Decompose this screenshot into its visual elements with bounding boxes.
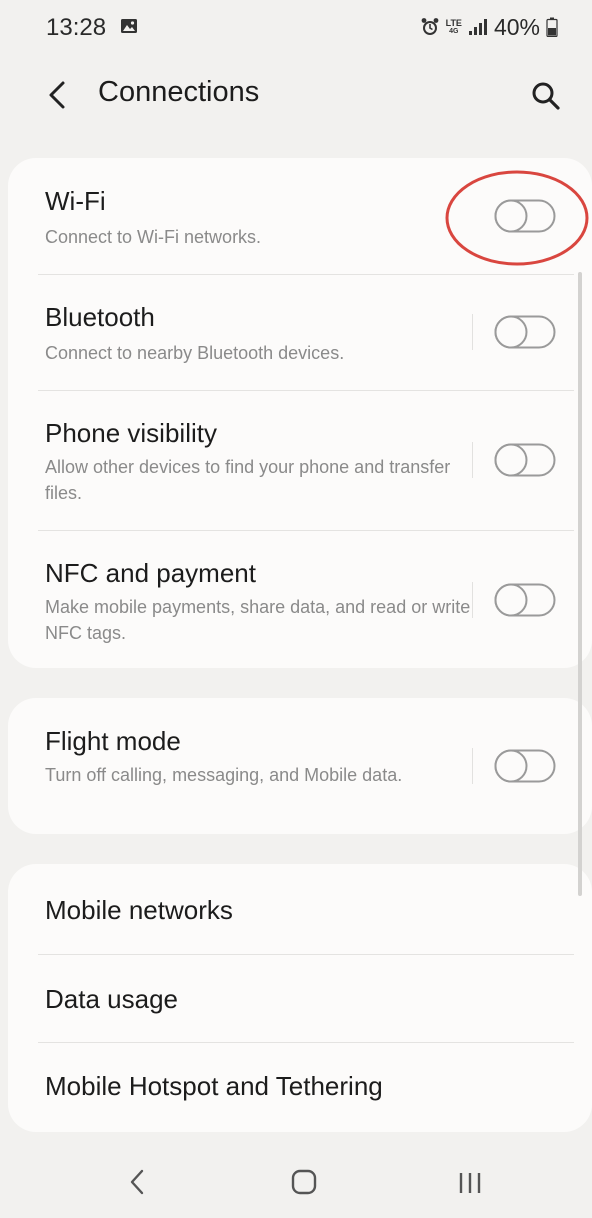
status-bar: 13:28 LTE 4G 40% [0,0,592,56]
row-separator [472,748,473,784]
signal-icon [468,19,487,35]
setting-title: NFC and payment [45,558,256,588]
connections-group-flight: Flight mode Turn off calling, messaging,… [8,698,592,834]
setting-row-bluetooth[interactable]: Bluetooth Connect to nearby Bluetooth de… [8,274,592,390]
scrollbar[interactable] [578,272,582,896]
status-time: 13:28 [46,14,107,41]
nav-home-icon[interactable] [290,1168,318,1196]
connections-group-mobile: Mobile networks Data usage Mobile Hotspo… [8,864,592,1132]
bluetooth-toggle[interactable] [494,315,556,349]
back-arrow-icon[interactable] [44,78,70,112]
flight-mode-toggle[interactable] [494,749,556,783]
setting-row-mobile-networks[interactable]: Mobile networks [8,864,592,954]
battery-percent: 40% [493,13,540,40]
phone-visibility-toggle[interactable] [494,443,556,477]
status-indicators: LTE 4G 40% [420,12,558,42]
wifi-toggle[interactable] [494,199,556,233]
setting-title: Flight mode [45,726,181,756]
setting-subtitle: Connect to Wi-Fi networks. [45,227,262,247]
setting-title: Bluetooth [45,302,155,332]
setting-title: Wi-Fi [45,186,106,216]
nfc-toggle[interactable] [494,583,556,617]
setting-row-data-usage[interactable]: Data usage [8,954,592,1042]
setting-subtitle: Make mobile payments, share data, and re… [45,597,471,643]
setting-row-wifi[interactable]: Wi-Fi Connect to Wi-Fi networks. [8,158,592,274]
row-separator [472,442,473,478]
setting-row-hotspot[interactable]: Mobile Hotspot and Tethering [8,1042,592,1132]
setting-subtitle: Allow other devices to find your phone a… [45,457,451,503]
connections-group-primary: Wi-Fi Connect to Wi-Fi networks. Bluetoo… [8,158,592,668]
alarm-icon [421,18,439,35]
setting-title: Phone visibility [45,418,217,448]
setting-subtitle: Connect to nearby Bluetooth devices. [45,343,345,363]
nav-recents-icon[interactable] [456,1170,484,1196]
setting-row-nfc[interactable]: NFC and payment Make mobile payments, sh… [8,530,592,668]
network-type-bottom: 4G [449,27,459,35]
setting-subtitle: Turn off calling, messaging, and Mobile … [45,765,403,785]
setting-title: Mobile networks [45,895,233,925]
network-type-top: LTE [445,17,462,28]
page-title: Connections [98,76,260,108]
row-separator [472,314,473,350]
app-bar: Connections [0,60,592,130]
row-separator [472,582,473,618]
setting-title: Data usage [45,984,178,1014]
battery-icon [546,17,558,37]
search-icon[interactable] [530,80,562,112]
setting-title: Mobile Hotspot and Tethering [45,1071,383,1101]
nav-back-icon[interactable] [126,1166,148,1198]
setting-row-phone-visibility[interactable]: Phone visibility Allow other devices to … [8,390,592,530]
navigation-bar [0,1140,592,1218]
network-type-indicator: LTE 4G [445,17,462,36]
setting-row-flight-mode[interactable]: Flight mode Turn off calling, messaging,… [8,698,592,834]
gallery-icon [121,19,137,33]
